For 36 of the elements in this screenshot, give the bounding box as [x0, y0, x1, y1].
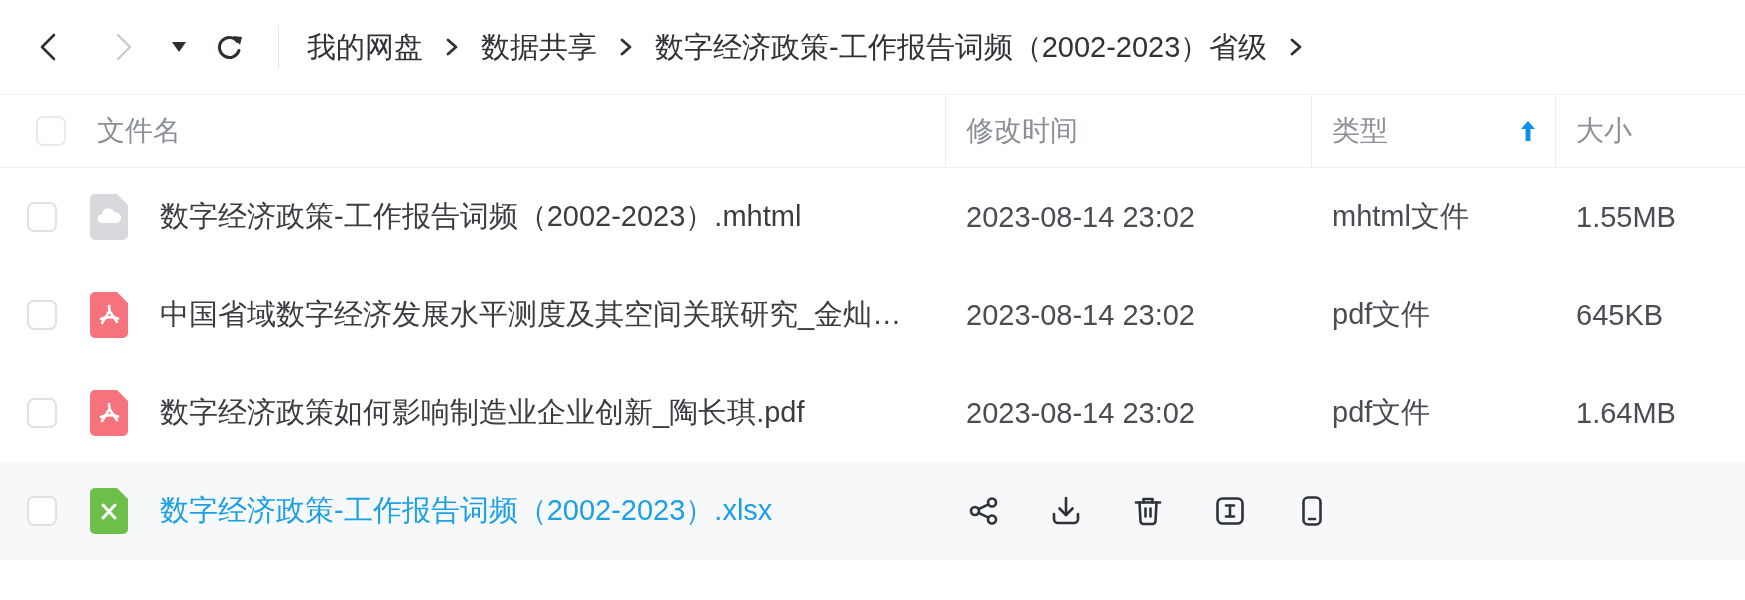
- modified-time: 2023-08-14 23:02: [966, 298, 1195, 332]
- sort-up-arrow-icon[interactable]: [1521, 121, 1535, 141]
- pdf-file-icon: [90, 390, 128, 436]
- checkbox[interactable]: [36, 116, 66, 146]
- cloud-file-icon: [90, 194, 128, 240]
- checkbox[interactable]: [27, 202, 57, 232]
- file-type: mhtml文件: [1332, 199, 1469, 234]
- file-type: pdf文件: [1332, 297, 1431, 332]
- chevron-right-icon: [446, 38, 458, 56]
- modified-time: 2023-08-14 23:02: [966, 396, 1195, 430]
- modified-time: 2023-08-14 23:02: [966, 200, 1195, 234]
- download-icon: [1050, 495, 1082, 527]
- caret-down-icon: [172, 42, 186, 52]
- breadcrumb-link[interactable]: 我的网盘: [307, 29, 423, 65]
- chevron-left-icon: [39, 33, 57, 61]
- chevron-right-icon: [1290, 38, 1303, 56]
- breadcrumb-link[interactable]: 数字经济政策-工作报告词频（2002-2023）省级: [655, 29, 1268, 65]
- file-name[interactable]: 数字经济政策如何影响制造业企业创新_陶长琪.pdf: [160, 393, 805, 433]
- chevron-right-icon: [620, 38, 632, 56]
- breadcrumb-link[interactable]: 数据共享: [481, 29, 597, 65]
- checkbox[interactable]: [27, 398, 57, 428]
- text-cursor-box-icon: [1214, 495, 1246, 527]
- file-size: 645KB: [1576, 298, 1664, 332]
- refresh-icon: [215, 33, 243, 61]
- file-name[interactable]: 中国省域数字经济发展水平测度及其空间关联研究_金灿…: [160, 295, 902, 335]
- checkbox[interactable]: [27, 496, 57, 526]
- spreadsheet-file-icon: [90, 488, 128, 534]
- file-type: pdf文件: [1332, 395, 1431, 430]
- trash-icon: [1132, 495, 1164, 527]
- share-icon: [968, 495, 1000, 527]
- file-size: 1.64MB: [1576, 396, 1676, 430]
- pdf-file-icon: [90, 292, 128, 338]
- file-name[interactable]: 数字经济政策-工作报告词频（2002-2023）.mhtml: [160, 197, 802, 237]
- checkbox[interactable]: [27, 300, 57, 330]
- file-size: 1.55MB: [1576, 200, 1676, 234]
- chevron-right-icon: [115, 33, 133, 61]
